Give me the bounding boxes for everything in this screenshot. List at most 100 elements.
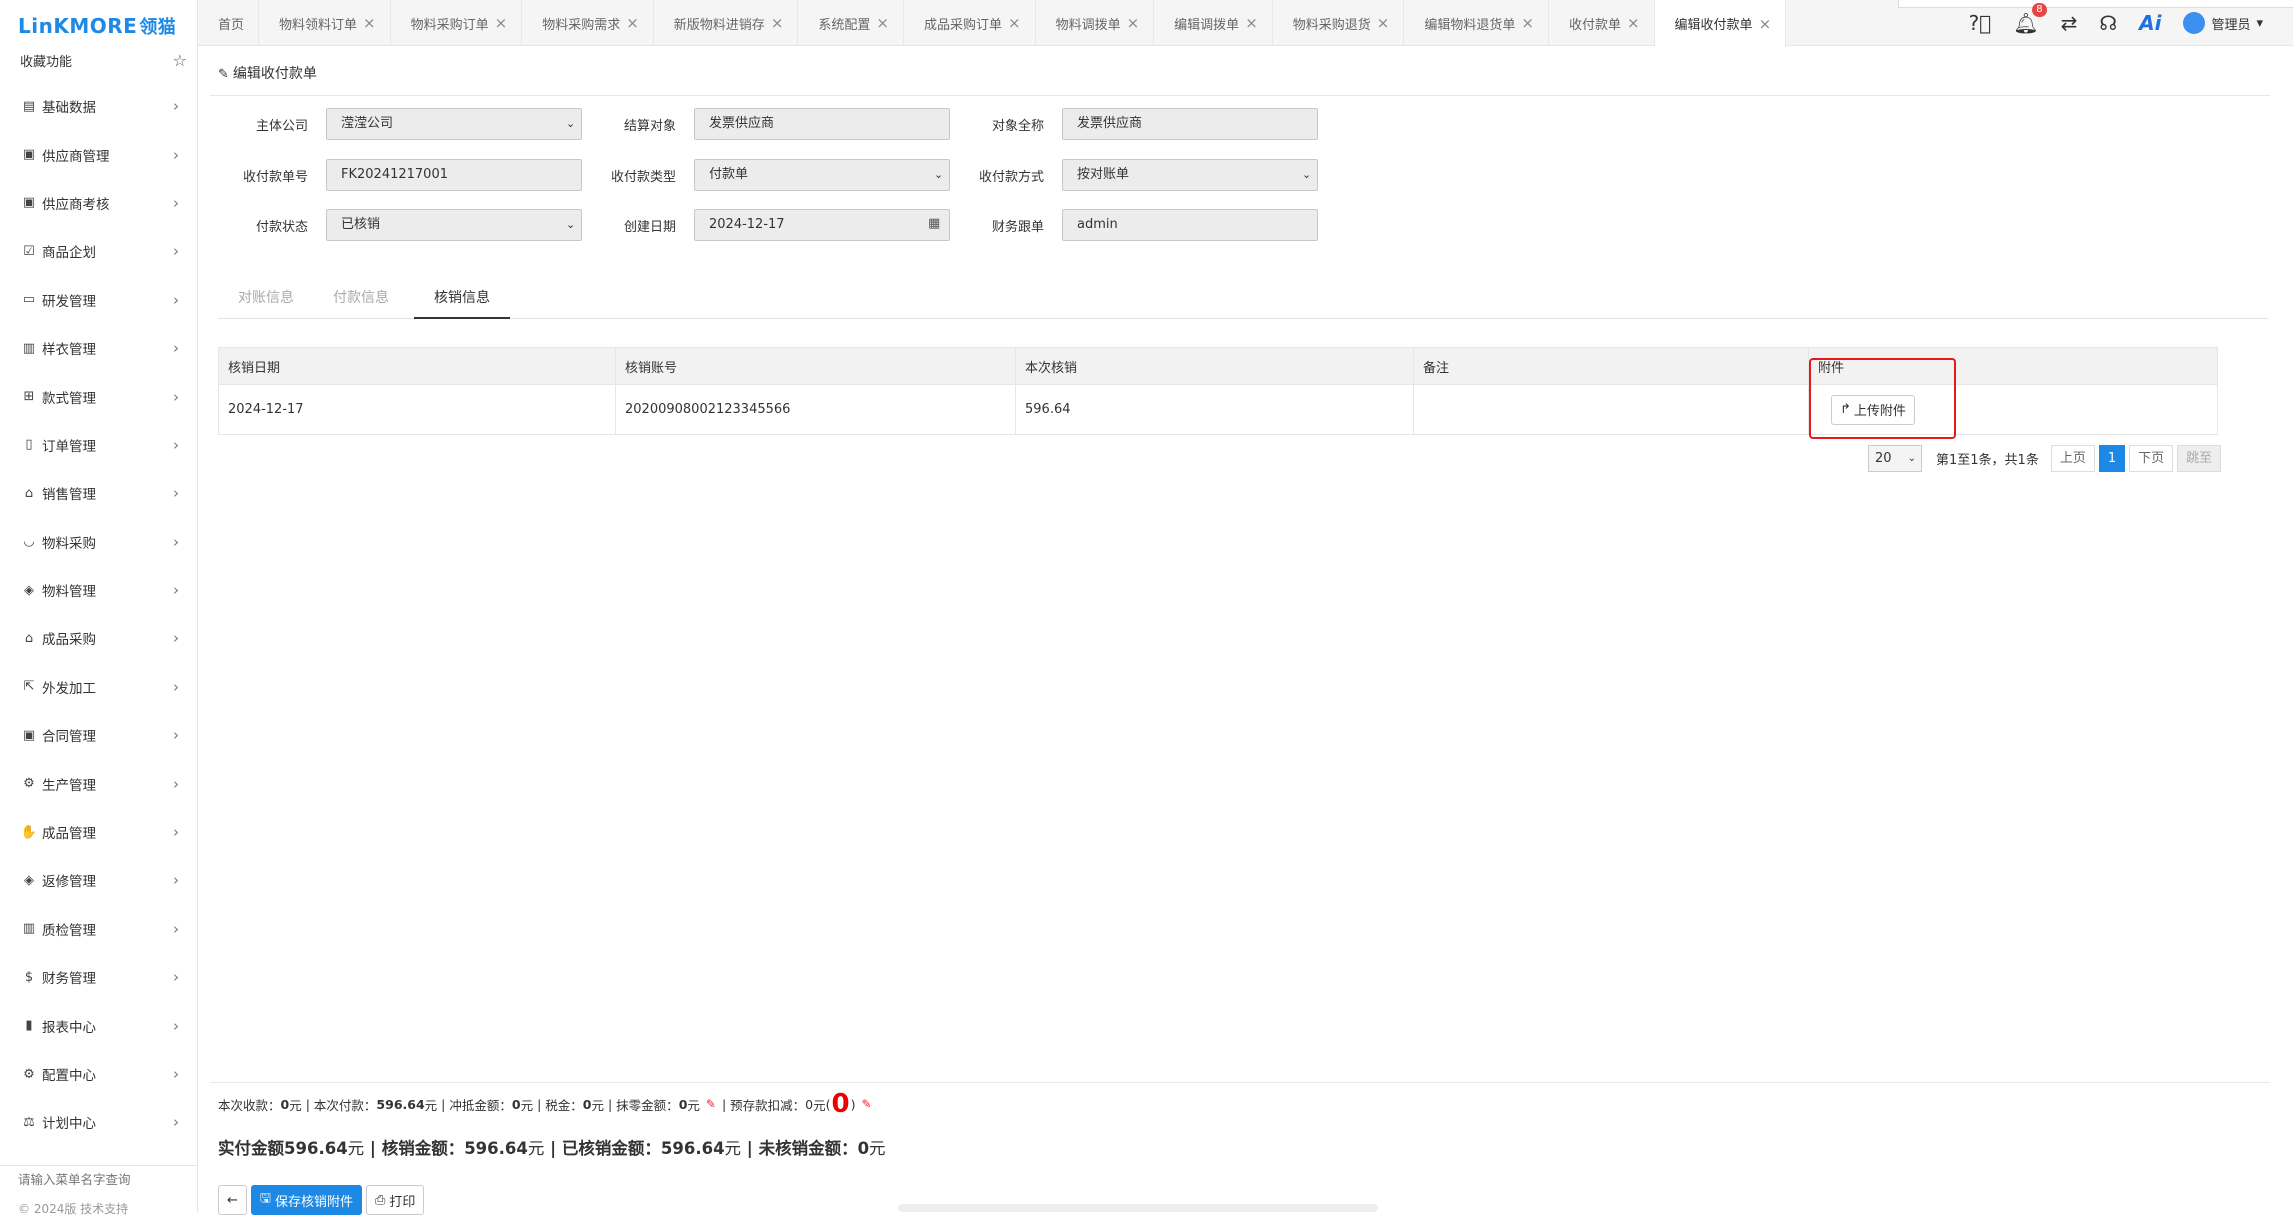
- chevron-right-icon: ›: [173, 581, 179, 600]
- company-select[interactable]: 滢滢公司: [326, 108, 582, 140]
- close-icon[interactable]: ×: [1521, 14, 1534, 32]
- sidebar-item[interactable]: ▣ 供应商管理 ›: [0, 130, 197, 178]
- printer-icon: ⎙: [375, 1192, 386, 1208]
- close-icon[interactable]: ×: [363, 14, 376, 32]
- yuan-unit: 元: [724, 1139, 742, 1158]
- tab-item[interactable]: 编辑调拨单 ×: [1154, 0, 1273, 46]
- close-icon[interactable]: ×: [876, 14, 889, 32]
- sidebar-item[interactable]: ◈ 物料管理 ›: [0, 566, 197, 614]
- sidebar-item[interactable]: ✋ 成品管理 ›: [0, 808, 197, 856]
- status-select[interactable]: 已核销: [326, 209, 582, 241]
- sidebar-item[interactable]: ▣ 供应商考核 ›: [0, 179, 197, 227]
- sidebar-item[interactable]: ▥ 样衣管理 ›: [0, 324, 197, 372]
- tab-label: 物料领料订单: [279, 17, 358, 33]
- sidebar-item[interactable]: ▤ 基础数据 ›: [0, 82, 197, 130]
- date-label: 创建日期: [623, 220, 676, 235]
- user-menu[interactable]: 管理员 ▾: [2183, 12, 2263, 34]
- page-info: 第1至1条，共1条: [1936, 452, 2039, 468]
- tab-item[interactable]: 成品采购订单 ×: [904, 0, 1036, 46]
- header-amount: 本次核销: [1016, 348, 1414, 384]
- close-icon[interactable]: ×: [1008, 14, 1021, 32]
- sidebar-item[interactable]: ◈ 返修管理 ›: [0, 856, 197, 904]
- sidebar-item[interactable]: ⚙ 生产管理 ›: [0, 759, 197, 807]
- sidebar-item[interactable]: ▥ 质检管理 ›: [0, 905, 197, 953]
- tab-statement-info[interactable]: 对账信息: [233, 285, 299, 319]
- tab-item[interactable]: 物料调拨单 ×: [1036, 0, 1155, 46]
- close-icon[interactable]: ×: [771, 14, 784, 32]
- star-icon[interactable]: ☆: [173, 51, 187, 70]
- edit-rounding-icon[interactable]: ✎: [706, 1097, 716, 1111]
- date-field[interactable]: 2024-12-17: [694, 209, 950, 241]
- close-icon[interactable]: ×: [1377, 14, 1390, 32]
- sidebar-item[interactable]: ⌂ 销售管理 ›: [0, 469, 197, 517]
- favorites-label: 收藏功能: [20, 54, 73, 70]
- close-icon[interactable]: ×: [1127, 14, 1140, 32]
- close-icon[interactable]: ×: [495, 14, 508, 32]
- offset-value: 0: [511, 1096, 521, 1112]
- verify-value: 596.64: [464, 1139, 528, 1158]
- close-icon[interactable]: ×: [1627, 14, 1640, 32]
- switch-icon[interactable]: ⇄: [2061, 11, 2078, 35]
- sidebar-item[interactable]: ⚙ 配置中心 ›: [0, 1050, 197, 1098]
- tab-label: 系统配置: [818, 17, 871, 33]
- app-logo[interactable]: LinKMORE 领猫: [18, 12, 176, 40]
- edit-prepay-icon[interactable]: ✎: [862, 1097, 872, 1111]
- tab-item[interactable]: 新版物料进销存 ×: [654, 0, 799, 46]
- favorites-row[interactable]: 收藏功能 ☆: [0, 46, 197, 74]
- sidebar-item[interactable]: ⚖ 计划中心 ›: [0, 1098, 197, 1146]
- close-icon[interactable]: ×: [1759, 15, 1772, 33]
- tab-item[interactable]: 物料领料订单 ×: [259, 0, 391, 46]
- sidebar-item[interactable]: ◡ 物料采购 ›: [0, 518, 197, 566]
- menu-search-input[interactable]: [0, 1165, 197, 1193]
- tab-item[interactable]: 物料采购需求 ×: [522, 0, 654, 46]
- tab-item[interactable]: 物料采购退货 ×: [1273, 0, 1405, 46]
- settle-field[interactable]: 发票供应商: [694, 108, 950, 140]
- close-icon[interactable]: ×: [626, 14, 639, 32]
- tab-item[interactable]: 系统配置 ×: [798, 0, 904, 46]
- jump-button[interactable]: 跳至: [2177, 444, 2222, 472]
- page-1-button[interactable]: 1: [2098, 444, 2126, 472]
- sidebar-item[interactable]: ▮ 报表中心 ›: [0, 1001, 197, 1049]
- sidebar-item[interactable]: ⌂ 成品采购 ›: [0, 614, 197, 662]
- page-size-select[interactable]: 20 ⌄: [1868, 444, 1922, 472]
- sidebar-item[interactable]: ☑ 商品企划 ›: [0, 227, 197, 275]
- tab-item[interactable]: 首页: [198, 0, 260, 46]
- upload-attachment-button[interactable]: ↱ 上传附件: [1831, 394, 1915, 425]
- tab-verification-info[interactable]: 核销信息: [414, 285, 510, 319]
- sidebar-item[interactable]: ⊞ 款式管理 ›: [0, 372, 197, 420]
- calendar-icon[interactable]: ▦: [928, 216, 940, 231]
- sidebar-item[interactable]: ▯ 订单管理 ›: [0, 421, 197, 469]
- fullname-field[interactable]: 发票供应商: [1062, 108, 1318, 140]
- bell-icon[interactable]: 🔔︎ 8: [2013, 3, 2047, 35]
- help-icon[interactable]: ?⃝: [1969, 11, 1992, 35]
- prev-page-button[interactable]: 上页: [2050, 444, 2095, 472]
- type-select[interactable]: 付款单: [694, 159, 950, 191]
- table-row[interactable]: 2024-12-17 20200908002123345566 596.64 ↱…: [219, 384, 2217, 434]
- next-page-button[interactable]: 下页: [2129, 444, 2174, 472]
- method-select[interactable]: 按对账单: [1062, 159, 1318, 191]
- sidebar-item[interactable]: ▣ 合同管理 ›: [0, 711, 197, 759]
- save-attachment-button[interactable]: 🖫 保存核销附件: [250, 1185, 362, 1215]
- prepay-label: 预存款扣减：: [730, 1097, 806, 1113]
- edit-icon: ✎: [218, 67, 229, 82]
- order-no-field[interactable]: FK20241217001: [326, 159, 582, 191]
- close-icon[interactable]: ×: [1245, 14, 1258, 32]
- fullname-label: 对象全称: [991, 119, 1044, 134]
- action-bar: ← 🖫 保存核销附件 ⎙ 打印: [218, 1185, 425, 1215]
- sidebar-item-label: 销售管理: [42, 487, 96, 504]
- sidebar-item[interactable]: $ 财务管理 ›: [0, 953, 197, 1001]
- tab-item[interactable]: 物料采购订单 ×: [391, 0, 523, 46]
- tab-item[interactable]: 编辑收付款单 ×: [1654, 0, 1787, 47]
- verify-label: 核销金额：: [381, 1139, 465, 1158]
- tab-payment-info[interactable]: 付款信息: [328, 285, 394, 319]
- sidebar-item[interactable]: ▭ 研发管理 ›: [0, 276, 197, 324]
- chevron-right-icon: ›: [173, 1016, 179, 1035]
- tab-item[interactable]: 编辑物料退货单 ×: [1404, 0, 1549, 46]
- back-button[interactable]: ←: [218, 1185, 247, 1215]
- sidebar-item[interactable]: ⇱ 外发加工 ›: [0, 663, 197, 711]
- tab-item[interactable]: 收付款单 ×: [1549, 0, 1655, 46]
- print-button[interactable]: ⎙ 打印: [366, 1185, 425, 1215]
- headset-icon[interactable]: ☊: [2099, 11, 2117, 35]
- finance-field[interactable]: admin: [1062, 209, 1318, 241]
- ai-icon[interactable]: Ai: [2139, 11, 2161, 35]
